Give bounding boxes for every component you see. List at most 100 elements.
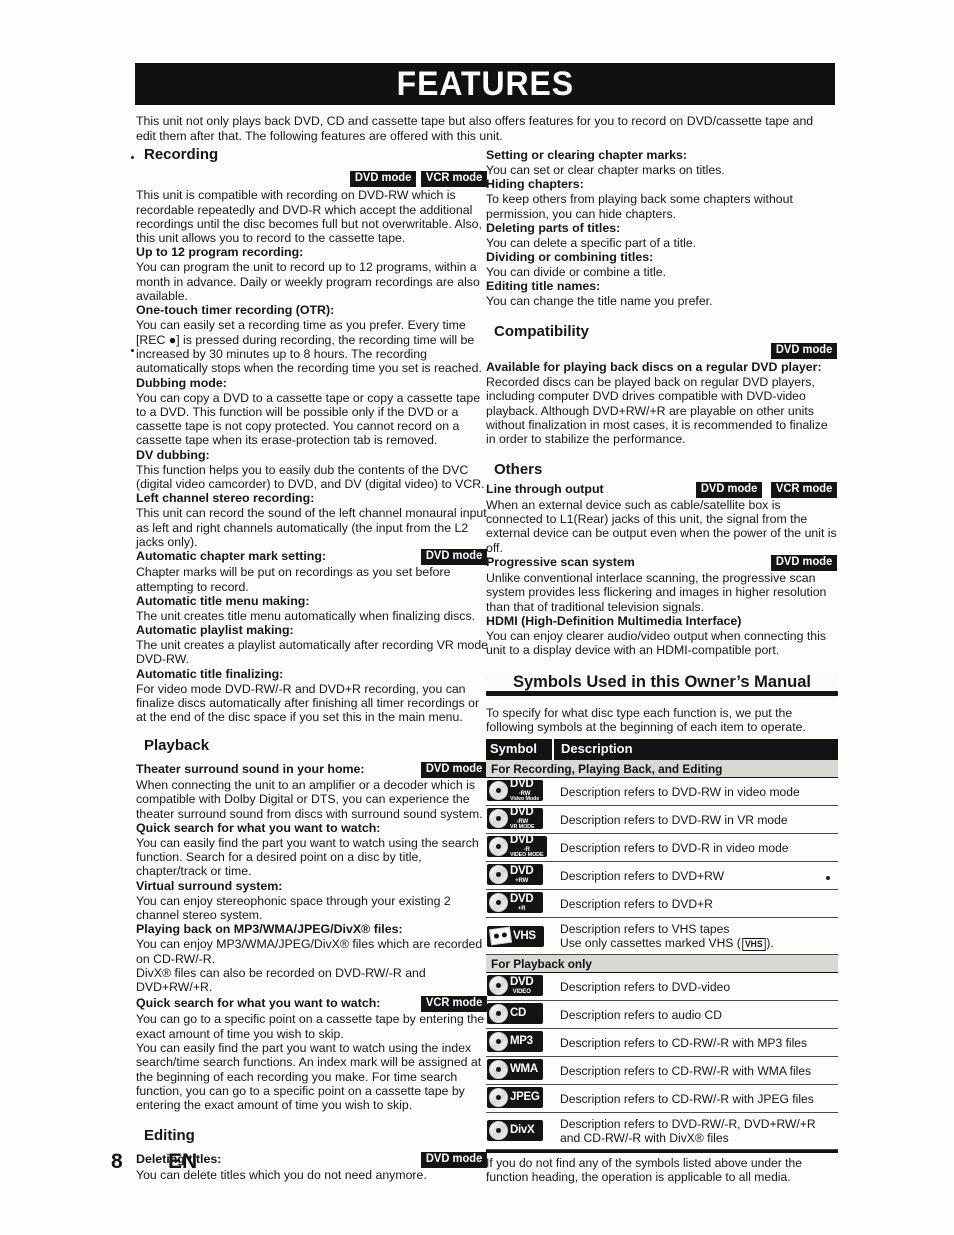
- feature-item: HDMI (High-Definition Multimedia Interfa…: [486, 614, 838, 658]
- column-header-symbol: Symbol: [486, 739, 553, 760]
- disc-platter-icon: [489, 1032, 508, 1052]
- feature-body: You can easily find the part you want to…: [136, 835, 479, 879]
- feature-body: This unit can record the sound of the le…: [136, 506, 487, 549]
- disc-label-tertiary: VR MODE: [510, 823, 535, 830]
- feature-item: Hiding chapters: To keep others from pla…: [486, 177, 838, 221]
- feature-title: Dubbing mode:: [136, 375, 227, 390]
- disc-label-primary: DVD: [510, 893, 534, 906]
- feature-item: Automatic playlist making: The unit crea…: [136, 623, 488, 667]
- symbol-cell: JPEG: [486, 1084, 553, 1114]
- feature-title: Automatic title menu making:: [136, 593, 310, 608]
- symbol-description: Description refers to DVD+R: [553, 889, 838, 919]
- disc-label-secondary: +R: [517, 905, 526, 912]
- disc-label-tertiary: Video Mode: [510, 795, 540, 802]
- feature-item: One-touch timer recording (OTR): You can…: [136, 303, 488, 375]
- section-heading-others: Others: [494, 460, 543, 478]
- vhs-inline-mark: VHS: [742, 937, 766, 951]
- feature-body: You can copy a DVD to a cassette tape or…: [136, 390, 481, 448]
- symbol-description: Description refers to DVD-RW/-R, DVD+RW/…: [553, 1112, 838, 1151]
- feature-title: Automatic chapter mark setting: DVD mode: [136, 549, 488, 566]
- symbols-intro: To specify for what disc type each funct…: [486, 705, 806, 735]
- wma-icon: WMA: [487, 1059, 543, 1081]
- dvd-mode-badge: DVD mode: [420, 549, 487, 566]
- feature-body: You can change the title name you prefer…: [486, 294, 713, 309]
- symbols-banner-title: Symbols Used in this Owner’s Manual: [513, 672, 811, 691]
- symbol-cell: MP3: [486, 1028, 553, 1058]
- dvd-r-video-mode-icon: DVD -R VIDEO MODE: [487, 835, 548, 858]
- dvd-mode-badge: DVD mode: [420, 1151, 487, 1168]
- manual-page: FEATURES This unit not only plays back D…: [0, 0, 954, 1235]
- feature-item: Virtual surround system: You can enjoy s…: [136, 879, 488, 923]
- group-label: For Recording, Playing Back, and Editing: [486, 759, 838, 779]
- page-title: FEATURES: [396, 64, 574, 103]
- feature-badges: DVD mode: [762, 555, 838, 572]
- feature-body: Chapter marks will be put on recordings …: [136, 565, 451, 594]
- symbols-section: Symbols Used in this Owner’s Manual To s…: [486, 672, 838, 1185]
- feature-body: You can delete a specific part of a titl…: [486, 235, 697, 250]
- vcr-mode-badge: VCR mode: [770, 481, 837, 498]
- feature-item: Editing title names: You can change the …: [486, 279, 838, 308]
- feature-item: Deleting parts of titles: You can delete…: [486, 221, 838, 250]
- feature-item: Setting or clearing chapter marks: You c…: [486, 148, 838, 177]
- symbol-cell: CD: [486, 1000, 553, 1030]
- symbols-group-recording: For Recording, Playing Back, and Editing: [486, 759, 838, 779]
- scan-speck: [131, 156, 134, 159]
- disc-platter-icon: [489, 1120, 508, 1140]
- feature-title: Theater surround sound in your home: DVD…: [136, 761, 488, 778]
- feature-item: Playing back on MP3/WMA/JPEG/DivX® files…: [136, 922, 488, 994]
- feature-item: Dubbing mode: You can copy a DVD to a ca…: [136, 376, 488, 448]
- feature-title: Quick search for what you want to watch:…: [136, 996, 488, 1013]
- dvd-mode-badge: DVD mode: [770, 343, 837, 360]
- table-row: DivX Description refers to DVD-RW/-R, DV…: [486, 1112, 838, 1151]
- symbol-cell: VHS: [486, 917, 553, 956]
- feature-badges: VCR mode: [412, 996, 488, 1013]
- table-row: JPEG Description refers to CD-RW/-R with…: [486, 1084, 838, 1114]
- badge-row-compatibility: DVD mode: [486, 343, 838, 360]
- feature-title: Up to 12 program recording:: [136, 245, 304, 260]
- feature-title: Available for playing back discs on a re…: [486, 360, 822, 375]
- feature-body: You can easily set a recording time as y…: [136, 318, 482, 376]
- disc-label-secondary: +RW: [515, 877, 529, 884]
- symbol-cell: DVD -RW VR MODE: [486, 805, 553, 835]
- symbols-footer-note: If you do not find any of the symbols li…: [486, 1156, 802, 1185]
- feature-item: Quick search for what you want to watch:…: [136, 996, 488, 1112]
- feature-body: You can go to a specific point on a cass…: [136, 1012, 485, 1041]
- feature-title: Line through output DVD mode VCR mode: [486, 481, 838, 498]
- feature-item: Automatic title finalizing: For video mo…: [136, 667, 488, 725]
- symbol-description: Description refers to DVD+RW: [553, 861, 838, 891]
- group-label: For Playback only: [486, 954, 838, 974]
- section-heading-editing: Editing: [144, 1126, 195, 1144]
- feature-item: Automatic title menu making: The unit cr…: [136, 594, 488, 623]
- symbols-table-header: Symbol Description: [486, 739, 838, 760]
- symbol-description: Description refers to DVD-R in video mod…: [553, 833, 838, 863]
- symbols-banner-rule: [486, 690, 838, 696]
- symbol-description: Description refers to CD-RW/-R with MP3 …: [553, 1028, 838, 1058]
- dvd-mode-badge: DVD mode: [770, 555, 837, 572]
- right-column: Setting or clearing chapter marks: You c…: [486, 148, 838, 1184]
- cassette-icon: [488, 926, 513, 946]
- mp3-icon: MP3: [487, 1031, 543, 1053]
- symbol-description: Description refers to CD-RW/-R with JPEG…: [553, 1084, 838, 1114]
- feature-title: One-touch timer recording (OTR):: [136, 303, 335, 318]
- feature-body: You can set or clear chapter marks on ti…: [486, 163, 725, 177]
- disc-platter-icon: [489, 781, 508, 801]
- feature-body: You can enjoy stereophonic space through…: [136, 893, 451, 922]
- feature-body: You can program the unit to record up to…: [136, 260, 480, 304]
- table-row: DVD -RW VR MODE Description refers to DV…: [486, 805, 838, 835]
- disc-label-primary: DVD: [510, 865, 534, 878]
- disc-platter-icon: [489, 1004, 508, 1024]
- feature-item: DV dubbing: This function helps you to e…: [136, 448, 488, 492]
- disc-platter-icon: [489, 893, 508, 913]
- disc-label-primary: CD: [510, 1007, 527, 1020]
- feature-body: For video mode DVD-RW/-R and DVD+R recor…: [136, 681, 480, 725]
- symbols-table: Symbol Description For Recording, Playin…: [486, 739, 838, 1151]
- symbol-cell: DivX: [486, 1112, 553, 1151]
- feature-badges: DVD mode: [412, 761, 488, 778]
- dvd-plus-rw-icon: DVD +RW: [487, 864, 543, 886]
- page-title-banner: FEATURES: [135, 63, 835, 105]
- vhs-label: VHS: [513, 929, 536, 942]
- symbol-cell: DVD +RW: [486, 861, 553, 891]
- feature-body: Unlike conventional interlace scanning, …: [486, 571, 827, 614]
- table-row: WMA Description refers to CD-RW/-R with …: [486, 1056, 838, 1086]
- disc-label-primary: WMA: [510, 1063, 538, 1076]
